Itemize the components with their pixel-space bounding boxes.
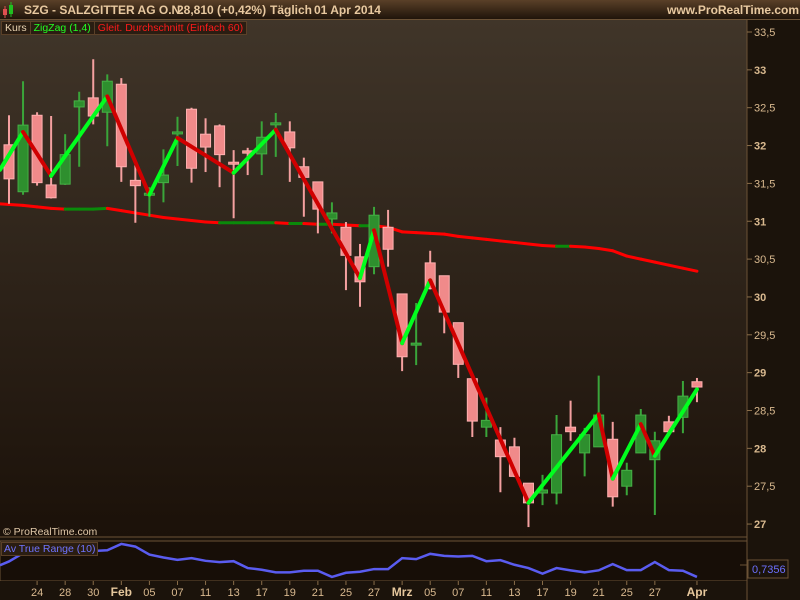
ma-segment xyxy=(541,243,559,248)
x-tick-label: 21 xyxy=(312,587,324,599)
atr-label[interactable]: Av True Range (10) xyxy=(1,542,99,556)
y-tick-label: 27,5 xyxy=(754,481,775,493)
x-tick-label: 19 xyxy=(564,587,576,599)
ma-segment xyxy=(190,218,208,224)
x-tick-label: 05 xyxy=(143,587,155,599)
y-tick-label: 33 xyxy=(754,65,766,77)
x-tick-label: 19 xyxy=(284,587,296,599)
x-tick-label: 27 xyxy=(368,587,380,599)
ma-segment xyxy=(569,244,587,249)
candle-down xyxy=(228,161,240,165)
candle-up xyxy=(270,122,282,126)
x-tick-label: 25 xyxy=(621,587,633,599)
x-tick-label: 28 xyxy=(59,587,71,599)
y-tick-label: 31,5 xyxy=(754,178,775,190)
candle-down xyxy=(565,426,577,433)
y-tick-label: 30,5 xyxy=(754,254,775,266)
ma-segment xyxy=(161,215,179,221)
legend-zigzag[interactable]: ZigZag (1,4) xyxy=(31,22,95,34)
x-tick-label: 25 xyxy=(340,587,352,599)
x-tick-label: 11 xyxy=(200,587,211,599)
ma-segment xyxy=(204,220,222,225)
ma-segment xyxy=(484,237,502,243)
x-tick-label: 17 xyxy=(536,587,548,599)
ma-segment xyxy=(414,231,432,235)
ma-segment xyxy=(400,230,418,235)
y-tick-label: 28,5 xyxy=(754,406,775,418)
x-tick-label: Feb xyxy=(111,585,132,599)
candle-down xyxy=(214,125,226,156)
y-tick-label: 29,5 xyxy=(754,330,775,342)
price-chart[interactable]: 33,5 33 32,5 32 31,5 31 30,5 30 29,5 29 28,5 28 27,5… xyxy=(0,0,800,600)
y-tick-label: 29 xyxy=(754,368,766,380)
ma-segment xyxy=(35,205,53,210)
ma-segment xyxy=(456,234,474,240)
y-tick-label: 27 xyxy=(754,519,766,531)
candle-down xyxy=(45,184,57,199)
ma-segment xyxy=(302,222,320,226)
x-tick-label: Apr xyxy=(687,585,708,599)
x-tick-label: 07 xyxy=(452,587,464,599)
candle-down xyxy=(200,133,212,148)
ma-segment xyxy=(583,245,601,251)
x-tick-label: 24 xyxy=(31,587,43,599)
candle-up xyxy=(480,419,492,428)
y-tick-label: 33,5 xyxy=(754,27,775,39)
candle-down xyxy=(129,179,141,187)
ma-segment xyxy=(91,206,109,211)
x-tick-label: 21 xyxy=(593,587,605,599)
candle-down xyxy=(691,381,703,388)
candle-up xyxy=(326,212,338,220)
ma-segment xyxy=(274,221,292,226)
candle-up xyxy=(171,131,183,135)
candle-up xyxy=(621,469,633,487)
copyright: © ProRealTime.com xyxy=(3,526,98,538)
y-tick-label: 28 xyxy=(754,443,766,455)
x-tick-label: 11 xyxy=(481,587,492,599)
legend-moving-average[interactable]: Gleit. Durchschnitt (Einfach 60) xyxy=(95,22,246,34)
panel-separator xyxy=(0,537,747,541)
y-tick-label: 32 xyxy=(754,141,766,153)
ma-segment xyxy=(428,231,446,236)
ma-segment xyxy=(330,222,348,227)
chart-legend: Kurs ZigZag (1,4) Gleit. Durchschnitt (E… xyxy=(1,21,248,35)
candle-up xyxy=(73,100,85,108)
candle-up xyxy=(410,342,422,346)
x-tick-label: 17 xyxy=(256,587,268,599)
ma-segment xyxy=(526,242,545,247)
x-tick-label: Mrz xyxy=(392,585,413,599)
ma-segment xyxy=(512,240,530,246)
atr-current-value: 0,7356 xyxy=(752,564,786,576)
candle-down xyxy=(186,108,198,169)
ma-segment xyxy=(49,206,67,211)
y-tick-label: 32,5 xyxy=(754,103,775,115)
x-tick-label: 27 xyxy=(649,587,661,599)
y-tick-label: 31 xyxy=(754,216,766,228)
x-tick-label: 13 xyxy=(508,587,520,599)
x-tick-label: 13 xyxy=(228,587,240,599)
ma-segment xyxy=(0,202,25,207)
ma-segment xyxy=(470,236,488,241)
y-tick-label: 30 xyxy=(754,292,766,304)
x-tick-label: 30 xyxy=(87,587,99,599)
x-tick-label: 05 xyxy=(424,587,436,599)
ma-segment xyxy=(21,203,39,209)
ma-segment xyxy=(175,217,194,222)
ma-segment xyxy=(344,223,362,228)
x-tick-label: 07 xyxy=(171,587,183,599)
ma-segment xyxy=(498,239,516,244)
legend-price[interactable]: Kurs xyxy=(2,22,31,34)
candle-down xyxy=(382,226,394,250)
